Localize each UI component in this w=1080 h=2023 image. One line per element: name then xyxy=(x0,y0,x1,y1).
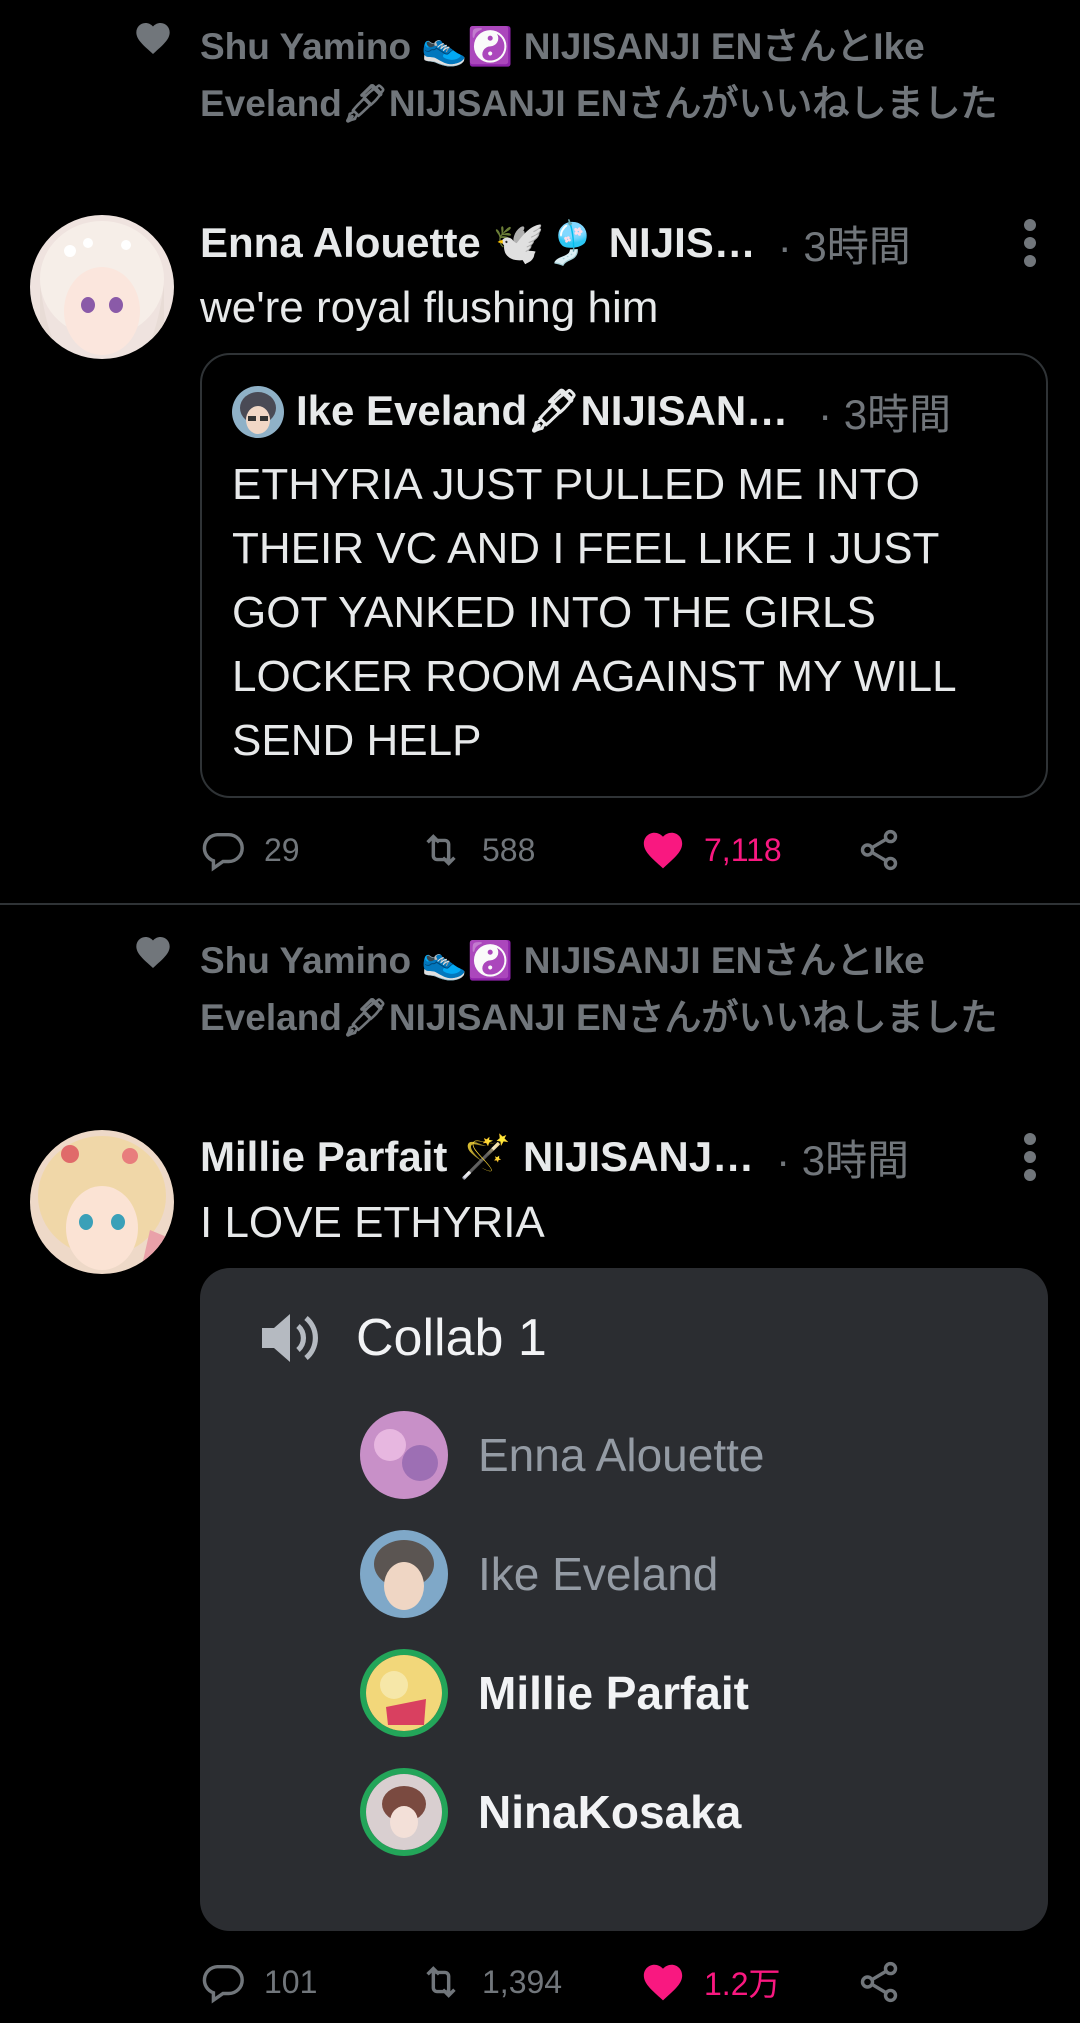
timestamp[interactable]: · 3時間 xyxy=(776,1127,909,1188)
share-button[interactable] xyxy=(856,1952,920,2012)
member-avatar xyxy=(360,1411,448,1499)
tweet-millie[interactable]: Shu Yamino 👟☯️ NIJISANJI ENさんとIke Evelan… xyxy=(0,905,1080,2023)
member-name: NinaKosaka xyxy=(478,1786,742,1838)
like-icon xyxy=(643,832,683,869)
tweet-text: I LOVE ETHYRIA xyxy=(200,1198,545,1247)
like-icon xyxy=(643,1964,683,2001)
retweet-count: 588 xyxy=(482,831,536,868)
like-button[interactable]: 1.2万 xyxy=(640,1952,781,2012)
heart-icon xyxy=(136,23,170,54)
voice-channel: Collab 1 xyxy=(258,1308,547,1368)
retweet-count: 1,394 xyxy=(482,1963,563,2000)
quote-text: ETHYRIA JUST PULLED ME INTO THEIR VC AND… xyxy=(232,460,955,765)
avatar[interactable] xyxy=(30,215,174,359)
voice-member-speaking: NinaKosaka xyxy=(360,1768,741,1856)
reply-button[interactable]: 29 xyxy=(200,820,300,880)
author-name[interactable]: Enna Alouette 🕊️🎐 NIJIS… xyxy=(200,219,756,268)
member-avatar xyxy=(360,1768,448,1856)
reply-button[interactable]: 101 xyxy=(200,1952,317,2012)
action-bar: 29 588 7,118 xyxy=(200,820,900,880)
action-bar: 101 1,394 1.2万 xyxy=(200,1952,900,2012)
retweet-icon xyxy=(426,834,456,866)
reply-count: 29 xyxy=(264,831,300,868)
author-name[interactable]: Millie Parfait 🪄 NIJISANJ… xyxy=(200,1133,754,1182)
like-count: 1.2万 xyxy=(704,1966,781,2002)
tweet-text: we're royal flushing him xyxy=(200,283,659,332)
member-avatar xyxy=(360,1530,448,1618)
reply-count: 101 xyxy=(264,1963,318,2000)
share-icon xyxy=(860,829,898,871)
retweet-button[interactable]: 1,394 xyxy=(418,1952,562,2012)
avatar[interactable] xyxy=(30,1130,174,1274)
voice-member-speaking: Millie Parfait xyxy=(360,1649,749,1737)
like-button[interactable]: 7,118 xyxy=(640,820,782,880)
quote-author-name: Ike Eveland🖋NIJISAN… xyxy=(296,387,789,434)
retweet-icon xyxy=(426,1966,456,1998)
more-icon[interactable] xyxy=(1020,1131,1040,1183)
member-name: Millie Parfait xyxy=(478,1667,749,1719)
member-name: Enna Alouette xyxy=(478,1429,765,1481)
tweet-header: Enna Alouette 🕊️🎐 NIJIS… · 3時間 xyxy=(200,213,1040,273)
reply-icon xyxy=(202,1964,244,2004)
discord-voice-screenshot[interactable]: Collab 1 Enna Alouette Ike Eveland Milli… xyxy=(200,1268,1048,1931)
like-count: 7,118 xyxy=(704,831,782,868)
speaker-icon xyxy=(262,1314,318,1362)
retweet-button[interactable]: 588 xyxy=(418,820,535,880)
member-avatar xyxy=(360,1649,448,1737)
reply-icon xyxy=(202,832,244,872)
quote-timestamp: · 3時間 xyxy=(818,391,952,438)
channel-name: Collab 1 xyxy=(356,1309,547,1367)
tweet-enna[interactable]: Shu Yamino 👟☯️ NIJISANJI ENさんとIke Evelan… xyxy=(0,0,1080,903)
voice-member: Enna Alouette xyxy=(360,1411,764,1499)
quote-header: Ike Eveland🖋NIJISAN… · 3時間 xyxy=(232,381,951,442)
share-icon xyxy=(860,1961,898,2003)
social-context[interactable]: Shu Yamino 👟☯️ NIJISANJI ENさんとIke Evelan… xyxy=(200,932,1060,1046)
more-icon[interactable] xyxy=(1020,217,1040,269)
voice-member: Ike Eveland xyxy=(360,1530,718,1618)
quote-avatar xyxy=(232,385,284,438)
timestamp[interactable]: · 3時間 xyxy=(778,213,911,274)
share-button[interactable] xyxy=(856,820,920,880)
quoted-tweet[interactable]: Ike Eveland🖋NIJISAN… · 3時間 ETHYRIA JUST … xyxy=(200,353,1048,798)
tweet-header: Millie Parfait 🪄 NIJISANJ… · 3時間 xyxy=(200,1127,1040,1187)
heart-icon xyxy=(136,937,170,968)
member-name: Ike Eveland xyxy=(478,1548,719,1600)
social-context[interactable]: Shu Yamino 👟☯️ NIJISANJI ENさんとIke Evelan… xyxy=(200,18,1060,132)
